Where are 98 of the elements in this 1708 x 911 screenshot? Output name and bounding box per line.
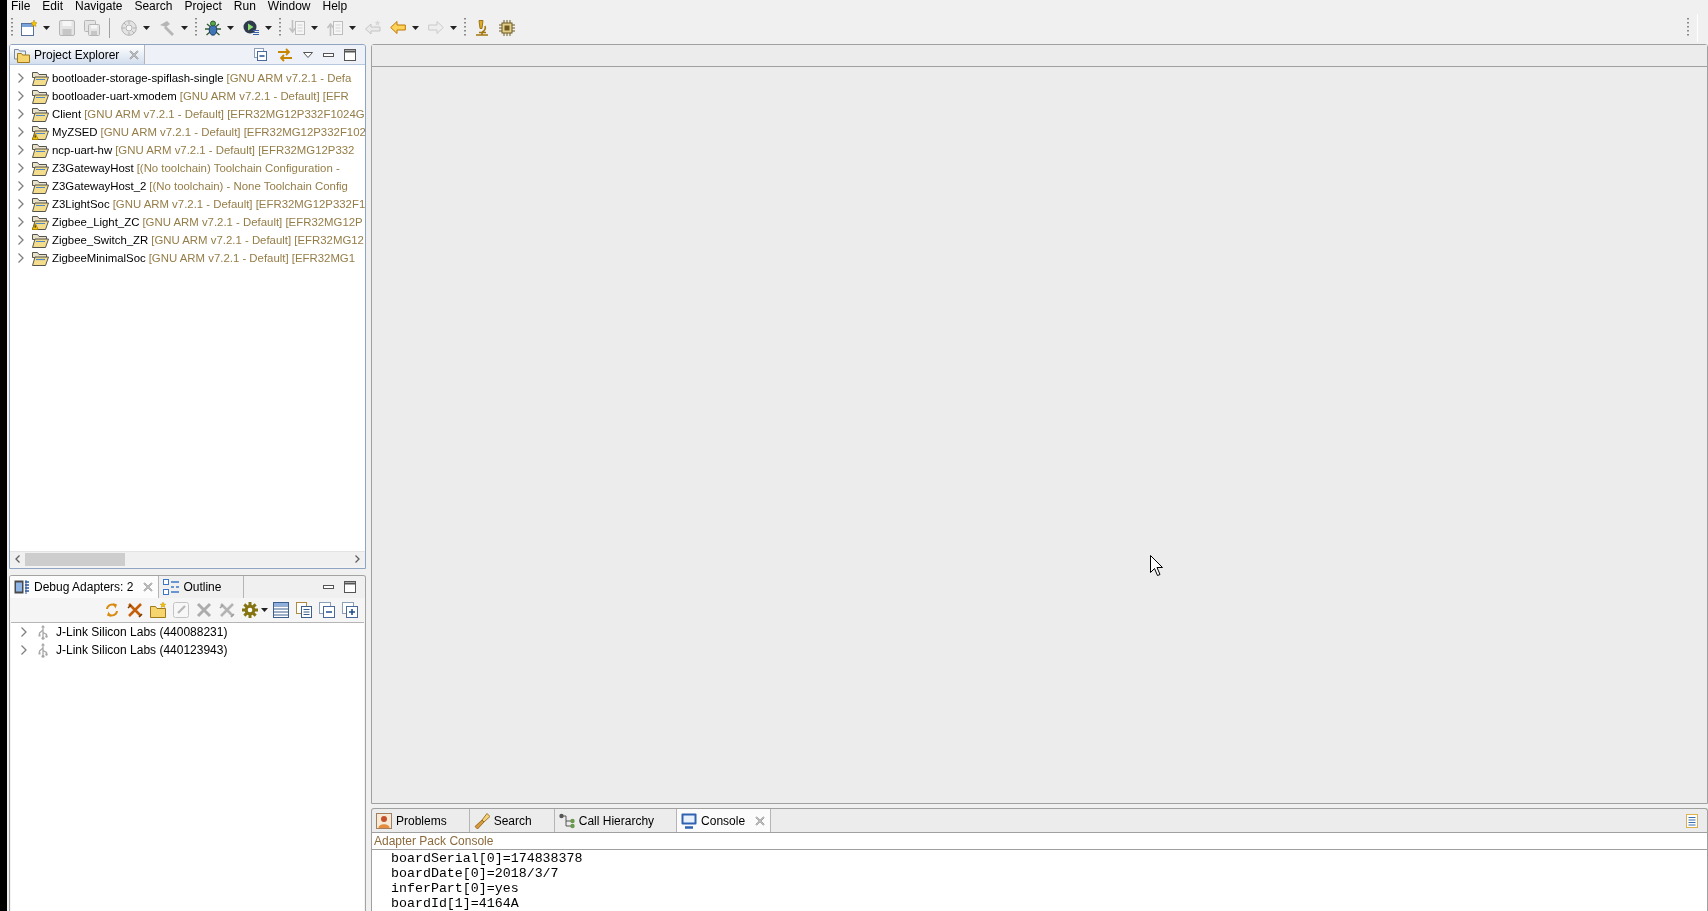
- usb-icon: [37, 624, 49, 640]
- expand-chevron-icon[interactable]: [17, 163, 25, 173]
- console-line: boardId[1]=4164A: [391, 896, 520, 911]
- maximize-icon[interactable]: [344, 48, 356, 61]
- microscope-icon[interactable]: [474, 19, 490, 36]
- project-name[interactable]: Zigbee_Light_ZC: [52, 213, 140, 231]
- project-details: [(No toolchain) Toolchain Configuration -: [136, 161, 340, 176]
- table-icon[interactable]: [273, 602, 289, 618]
- expand-chevron-icon[interactable]: [17, 217, 25, 227]
- console-line: boardSerial[0]=174838378: [391, 851, 584, 866]
- play-circle-icon[interactable]: [243, 19, 259, 36]
- menu-item[interactable]: Help: [322, 0, 348, 13]
- copy-document-icon[interactable]: [296, 602, 312, 618]
- expand-chevron-icon[interactable]: [17, 181, 25, 191]
- close-icon[interactable]: [143, 582, 154, 592]
- caret-icon[interactable]: [265, 25, 272, 30]
- link-arrows-icon[interactable]: [277, 47, 293, 62]
- console-line: inferPart[0]=yes: [391, 881, 520, 896]
- close-icon[interactable]: [129, 49, 140, 60]
- expand-chevron-icon[interactable]: [17, 145, 25, 155]
- monitor-icon: [681, 812, 698, 829]
- panel-tab[interactable]: Console: [677, 809, 772, 832]
- flashlight-icon: [473, 812, 490, 829]
- project-name[interactable]: Z3GatewayHost: [52, 159, 134, 177]
- project-details: [GNU ARM v7.2.1 - Default] [EFR32MG12P332F1: [112, 197, 365, 212]
- project-details: [GNU ARM v7.2.1 - Default] [EFR32MG12P: [142, 215, 363, 230]
- adapter-name[interactable]: J-Link Silicon Labs (440123943): [56, 641, 228, 659]
- expand-chevron-icon[interactable]: [17, 253, 25, 263]
- console-line: boardDate[0]=2018/3/7: [391, 866, 560, 881]
- project-name[interactable]: Zigbee_Switch_ZR: [52, 231, 149, 249]
- gear-icon[interactable]: [242, 602, 258, 618]
- collapse-all-icon[interactable]: [254, 48, 267, 61]
- menu-item[interactable]: Window: [267, 0, 311, 13]
- project-name[interactable]: ZigbeeMinimalSoc: [52, 249, 146, 267]
- view-menu-icon[interactable]: [303, 51, 313, 58]
- close-icon[interactable]: [755, 815, 766, 826]
- project-name[interactable]: bootloader-uart-xmodem: [52, 87, 177, 105]
- usb-icon: [37, 642, 49, 658]
- project-details: [GNU ARM v7.2.1 - Default] [EFR32MG12: [151, 233, 364, 248]
- scroll-right-icon[interactable]: [355, 555, 360, 563]
- list-icon[interactable]: [1686, 813, 1698, 828]
- caret-icon[interactable]: [412, 25, 419, 30]
- new-window-icon[interactable]: [21, 19, 37, 36]
- expand-chevron-icon[interactable]: [17, 91, 25, 101]
- expand-all-icon[interactable]: [342, 602, 358, 618]
- refresh-arrows-icon[interactable]: [104, 602, 120, 618]
- minimize-icon[interactable]: [323, 585, 334, 589]
- expand-chevron-icon[interactable]: [17, 73, 25, 83]
- mouse-pointer-icon: [1150, 555, 1163, 576]
- expand-chevron-icon[interactable]: [17, 109, 25, 119]
- project-details: [(No toolchain) - None Toolchain Config: [149, 179, 348, 194]
- hierarchy-icon: [558, 812, 575, 829]
- menu-item[interactable]: Edit: [42, 0, 64, 13]
- scrollbar-thumb[interactable]: [25, 552, 125, 566]
- menu-item[interactable]: Project: [184, 0, 222, 13]
- project-name[interactable]: bootloader-storage-spiflash-single: [52, 69, 224, 87]
- minimize-icon[interactable]: [323, 52, 334, 57]
- new-folder-icon[interactable]: [150, 602, 166, 618]
- console-title: Adapter Pack Console: [372, 833, 1707, 850]
- panel-tab[interactable]: Debug Adapters: 2: [10, 576, 160, 598]
- panel-tab[interactable]: Project Explorer: [10, 45, 146, 64]
- project-name[interactable]: ncp-uart-hw: [52, 141, 113, 159]
- bug-icon[interactable]: [205, 19, 221, 36]
- project-details: [GNU ARM v7.2.1 - Defa: [226, 71, 352, 86]
- caret-icon[interactable]: [227, 25, 234, 30]
- project-details: [GNU ARM v7.2.1 - Default] [EFR32MG12P332: [115, 143, 355, 158]
- project-name[interactable]: Z3GatewayHost_2: [52, 177, 147, 195]
- collapse-all-icon[interactable]: [319, 602, 335, 618]
- caret-icon[interactable]: [43, 25, 50, 30]
- menu-item[interactable]: File: [11, 0, 31, 13]
- menu-item[interactable]: Run: [233, 0, 256, 13]
- scroll-left-icon[interactable]: [15, 555, 20, 563]
- project-details: [GNU ARM v7.2.1 - Default] [EFR: [179, 89, 349, 104]
- panel-tab[interactable]: Problems: [372, 809, 470, 832]
- maximize-icon[interactable]: [344, 581, 356, 593]
- expand-chevron-icon[interactable]: [20, 645, 28, 655]
- expand-chevron-icon[interactable]: [17, 199, 25, 209]
- project-details: [GNU ARM v7.2.1 - Default] [EFR32MG1: [148, 251, 356, 266]
- chip-icon[interactable]: [499, 19, 515, 36]
- circuit-board-icon: [14, 579, 30, 595]
- expand-chevron-icon[interactable]: [17, 127, 25, 137]
- person-tile-icon: [376, 812, 392, 829]
- project-name[interactable]: Client: [52, 105, 82, 123]
- left-arrow-icon[interactable]: [390, 19, 406, 36]
- project-name[interactable]: Z3LightSoc: [52, 195, 110, 213]
- caret-icon[interactable]: [261, 608, 268, 612]
- menu-item[interactable]: Search: [134, 0, 173, 13]
- adapter-name[interactable]: J-Link Silicon Labs (440088231): [56, 623, 228, 641]
- expand-chevron-icon[interactable]: [17, 235, 25, 245]
- menu-item[interactable]: Navigate: [75, 0, 123, 13]
- expand-chevron-icon[interactable]: [20, 627, 28, 637]
- outline-icon: [163, 579, 180, 595]
- project-details: [GNU ARM v7.2.1 - Default] [EFR32MG12P332F1024G: [84, 107, 365, 122]
- project-name[interactable]: MyZSED: [52, 123, 98, 141]
- project-details: [GNU ARM v7.2.1 - Default] [EFR32MG12P332F102: [100, 125, 365, 140]
- cross-icon[interactable]: [127, 602, 143, 618]
- panel-tab[interactable]: Search: [469, 809, 555, 832]
- horizontal-scrollbar[interactable]: [10, 551, 365, 566]
